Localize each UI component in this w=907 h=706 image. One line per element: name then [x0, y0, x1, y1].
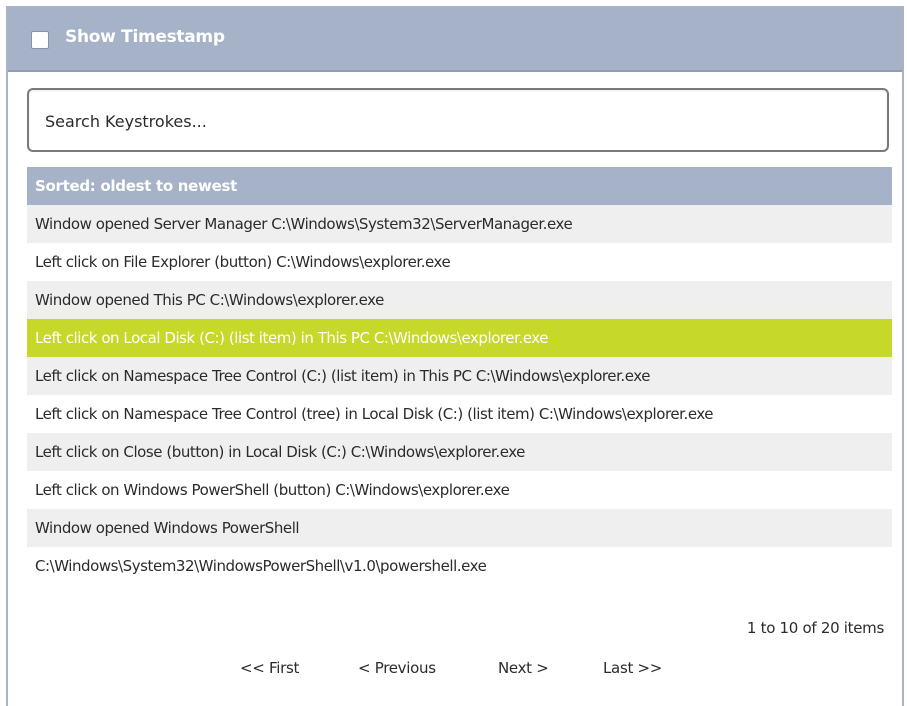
list-item-selected[interactable]: Left click on Local Disk (C:) (list item…: [27, 319, 892, 357]
list-item[interactable]: Window opened Server Manager C:\Windows\…: [27, 205, 892, 243]
first-page-link[interactable]: << First: [240, 659, 299, 677]
previous-page-link[interactable]: < Previous: [358, 659, 436, 677]
list-item[interactable]: C:\Windows\System32\WindowsPowerShell\v1…: [27, 547, 892, 585]
show-timestamp-checkbox[interactable]: [31, 31, 49, 49]
pagination-count: 1 to 10 of 20 items: [746, 619, 884, 637]
list-item[interactable]: Left click on Windows PowerShell (button…: [27, 471, 892, 509]
sort-label: Sorted: oldest to newest: [35, 177, 237, 195]
next-page-link[interactable]: Next >: [498, 659, 549, 677]
list-item[interactable]: Left click on Close (button) in Local Di…: [27, 433, 892, 471]
list-item[interactable]: Left click on File Explorer (button) C:\…: [27, 243, 892, 281]
last-page-link[interactable]: Last >>: [603, 659, 662, 677]
search-box: [27, 88, 889, 152]
keystroke-list: Window opened Server Manager C:\Windows\…: [27, 205, 892, 585]
sort-header[interactable]: Sorted: oldest to newest: [27, 167, 892, 205]
list-item[interactable]: Window opened This PC C:\Windows\explore…: [27, 281, 892, 319]
keystroke-panel: Show Timestamp Sorted: oldest to newest …: [6, 6, 904, 706]
search-input[interactable]: [45, 108, 865, 134]
panel-header: Show Timestamp: [8, 8, 902, 72]
list-item[interactable]: Left click on Namespace Tree Control (tr…: [27, 395, 892, 433]
show-timestamp-label[interactable]: Show Timestamp: [65, 27, 225, 47]
list-item[interactable]: Window opened Windows PowerShell: [27, 509, 892, 547]
list-item[interactable]: Left click on Namespace Tree Control (C:…: [27, 357, 892, 395]
